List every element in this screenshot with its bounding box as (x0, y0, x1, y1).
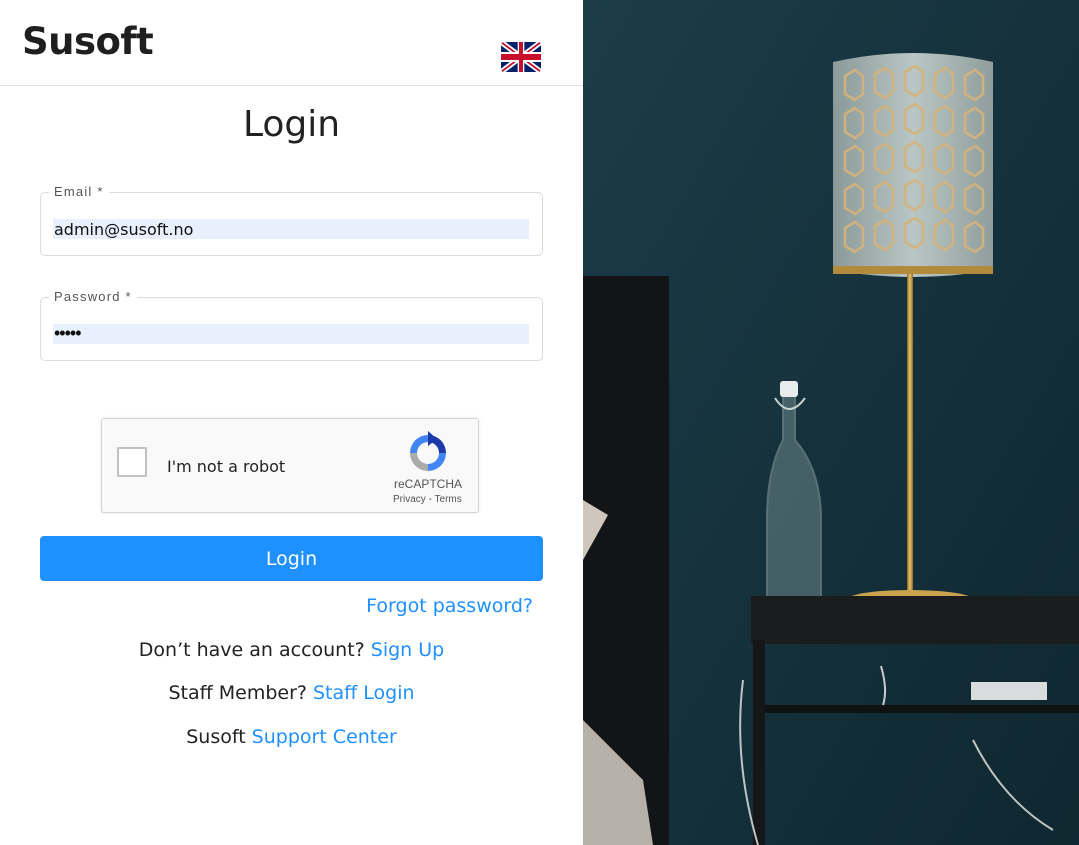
recaptcha-terms-link[interactable]: Terms (435, 494, 462, 505)
recaptcha-privacy-link[interactable]: Privacy (393, 494, 426, 505)
login-button[interactable]: Login (40, 536, 543, 581)
password-input[interactable] (53, 324, 529, 344)
uk-flag-icon[interactable] (501, 42, 541, 72)
staff-prompt: Staff Member? (168, 682, 307, 704)
email-label: Email * (49, 184, 109, 199)
recaptcha-links: Privacy - Terms (393, 494, 462, 505)
email-input[interactable] (53, 219, 529, 239)
recaptcha-logo-icon (410, 431, 446, 471)
support-row: Susoft Support Center (0, 726, 583, 748)
header: Susoft (0, 0, 583, 86)
recaptcha-checkbox[interactable] (117, 447, 147, 477)
support-center-link[interactable]: Support Center (252, 726, 397, 748)
signup-link[interactable]: Sign Up (371, 639, 444, 661)
background-photo (583, 0, 1079, 845)
logo[interactable]: Susoft (22, 20, 154, 63)
recaptcha-brand: reCAPTCHA (394, 477, 463, 491)
page-title: Login (242, 104, 341, 145)
login-panel: Susoft Login Email * Password * ••••• I'… (0, 0, 583, 845)
signup-row: Don’t have an account? Sign Up (0, 639, 583, 661)
email-field: Email * (40, 184, 543, 256)
signup-prompt: Don’t have an account? (138, 639, 365, 661)
recaptcha-label: I'm not a robot (167, 457, 286, 476)
password-label: Password * (49, 289, 137, 304)
support-prompt: Susoft (186, 726, 246, 748)
recaptcha-widget: I'm not a robot reCAPTCHA Privacy - Term… (101, 418, 479, 513)
recaptcha-separator: - (425, 494, 435, 505)
password-field: Password * ••••• (40, 289, 543, 361)
password-value: ••••• (54, 323, 81, 343)
staff-login-link[interactable]: Staff Login (313, 682, 415, 704)
forgot-password-link[interactable]: Forgot password? (366, 595, 533, 617)
staff-row: Staff Member? Staff Login (0, 682, 583, 704)
